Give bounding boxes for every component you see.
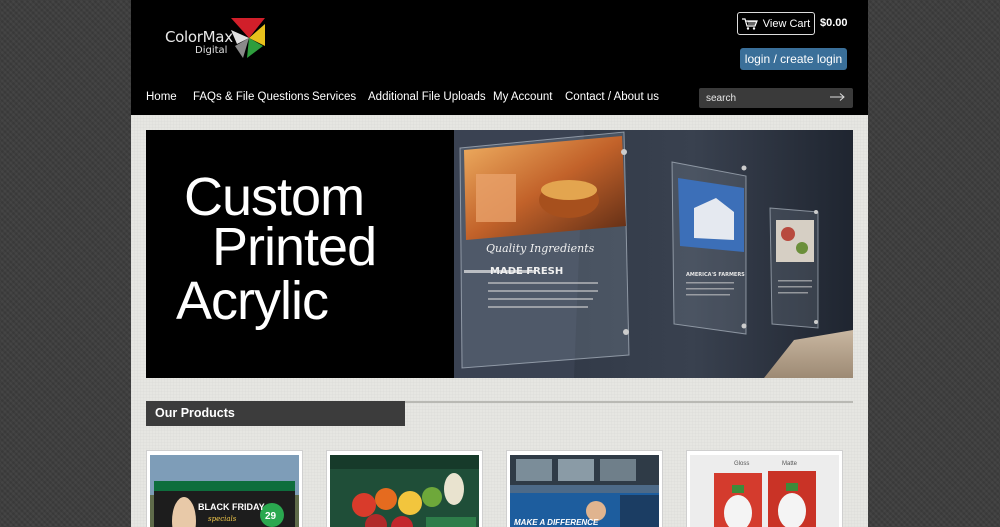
sign-subtitle: MADE FRESH — [490, 266, 563, 277]
hero-banner[interactable]: Custom Printed Acrylic Quality Ingredien… — [146, 130, 853, 378]
products-heading: Our Products — [146, 401, 405, 426]
login-button[interactable]: login / create login — [740, 48, 847, 70]
view-cart-button[interactable]: View Cart — [737, 12, 815, 35]
page-container: ColorMax Digital View Cart $0.00 login /… — [131, 0, 868, 527]
banner-line-2: Printed — [212, 217, 377, 277]
nav-file-uploads[interactable]: Additional File Uploads — [368, 91, 486, 103]
logo[interactable]: ColorMax Digital — [165, 16, 270, 64]
arrow-right-icon[interactable] — [830, 92, 846, 102]
products-divider — [405, 401, 853, 403]
card-1-subtitle: specials — [208, 515, 237, 523]
cart-icon — [741, 17, 758, 30]
products-header: Our Products — [146, 401, 853, 426]
product-image-bags: Gloss Matte — [690, 455, 839, 527]
logo-subtitle: Digital — [195, 45, 228, 56]
view-cart-label: View Cart — [762, 17, 811, 30]
card-4-label-left: Gloss — [734, 461, 749, 467]
search-box — [699, 88, 853, 108]
site-header: ColorMax Digital View Cart $0.00 login /… — [131, 0, 868, 115]
nav-contact[interactable]: Contact / About us — [565, 91, 659, 103]
product-card-bags[interactable]: Gloss Matte — [686, 450, 843, 527]
product-card-signage[interactable] — [326, 450, 483, 527]
cart-total: $0.00 — [820, 17, 848, 29]
product-card-banners[interactable]: BLACK FRIDAY specials 29 — [146, 450, 303, 527]
sign-title: Quality Ingredients — [486, 242, 595, 255]
product-image-banner: BLACK FRIDAY specials 29 — [150, 455, 299, 527]
card-4-label-right: Matte — [782, 461, 798, 467]
card-1-title: BLACK FRIDAY — [198, 502, 265, 512]
nav-faqs[interactable]: FAQs & File Questions — [193, 91, 309, 103]
product-image-bus-wrap: MAKE A DIFFERENCE — [510, 455, 659, 527]
card-1-number: 29 — [265, 511, 277, 522]
nav-home[interactable]: Home — [146, 91, 177, 103]
nav-services[interactable]: Services — [312, 91, 356, 103]
banner-line-3: Acrylic — [176, 271, 329, 331]
logo-name: ColorMax — [165, 28, 233, 46]
banner-heading: Custom Printed Acrylic — [146, 130, 454, 378]
card-3-title: MAKE A DIFFERENCE — [514, 518, 599, 527]
banner-photo: Quality Ingredients MADE FRESH AMERICA'S… — [454, 130, 853, 378]
nav-my-account[interactable]: My Account — [493, 91, 552, 103]
product-image-produce — [330, 455, 479, 527]
search-input[interactable] — [699, 88, 824, 108]
product-card-vehicle-wraps[interactable]: MAKE A DIFFERENCE — [506, 450, 663, 527]
logo-mark-icon — [231, 18, 265, 58]
sign-2-title: AMERICA'S FARMERS — [686, 272, 745, 278]
